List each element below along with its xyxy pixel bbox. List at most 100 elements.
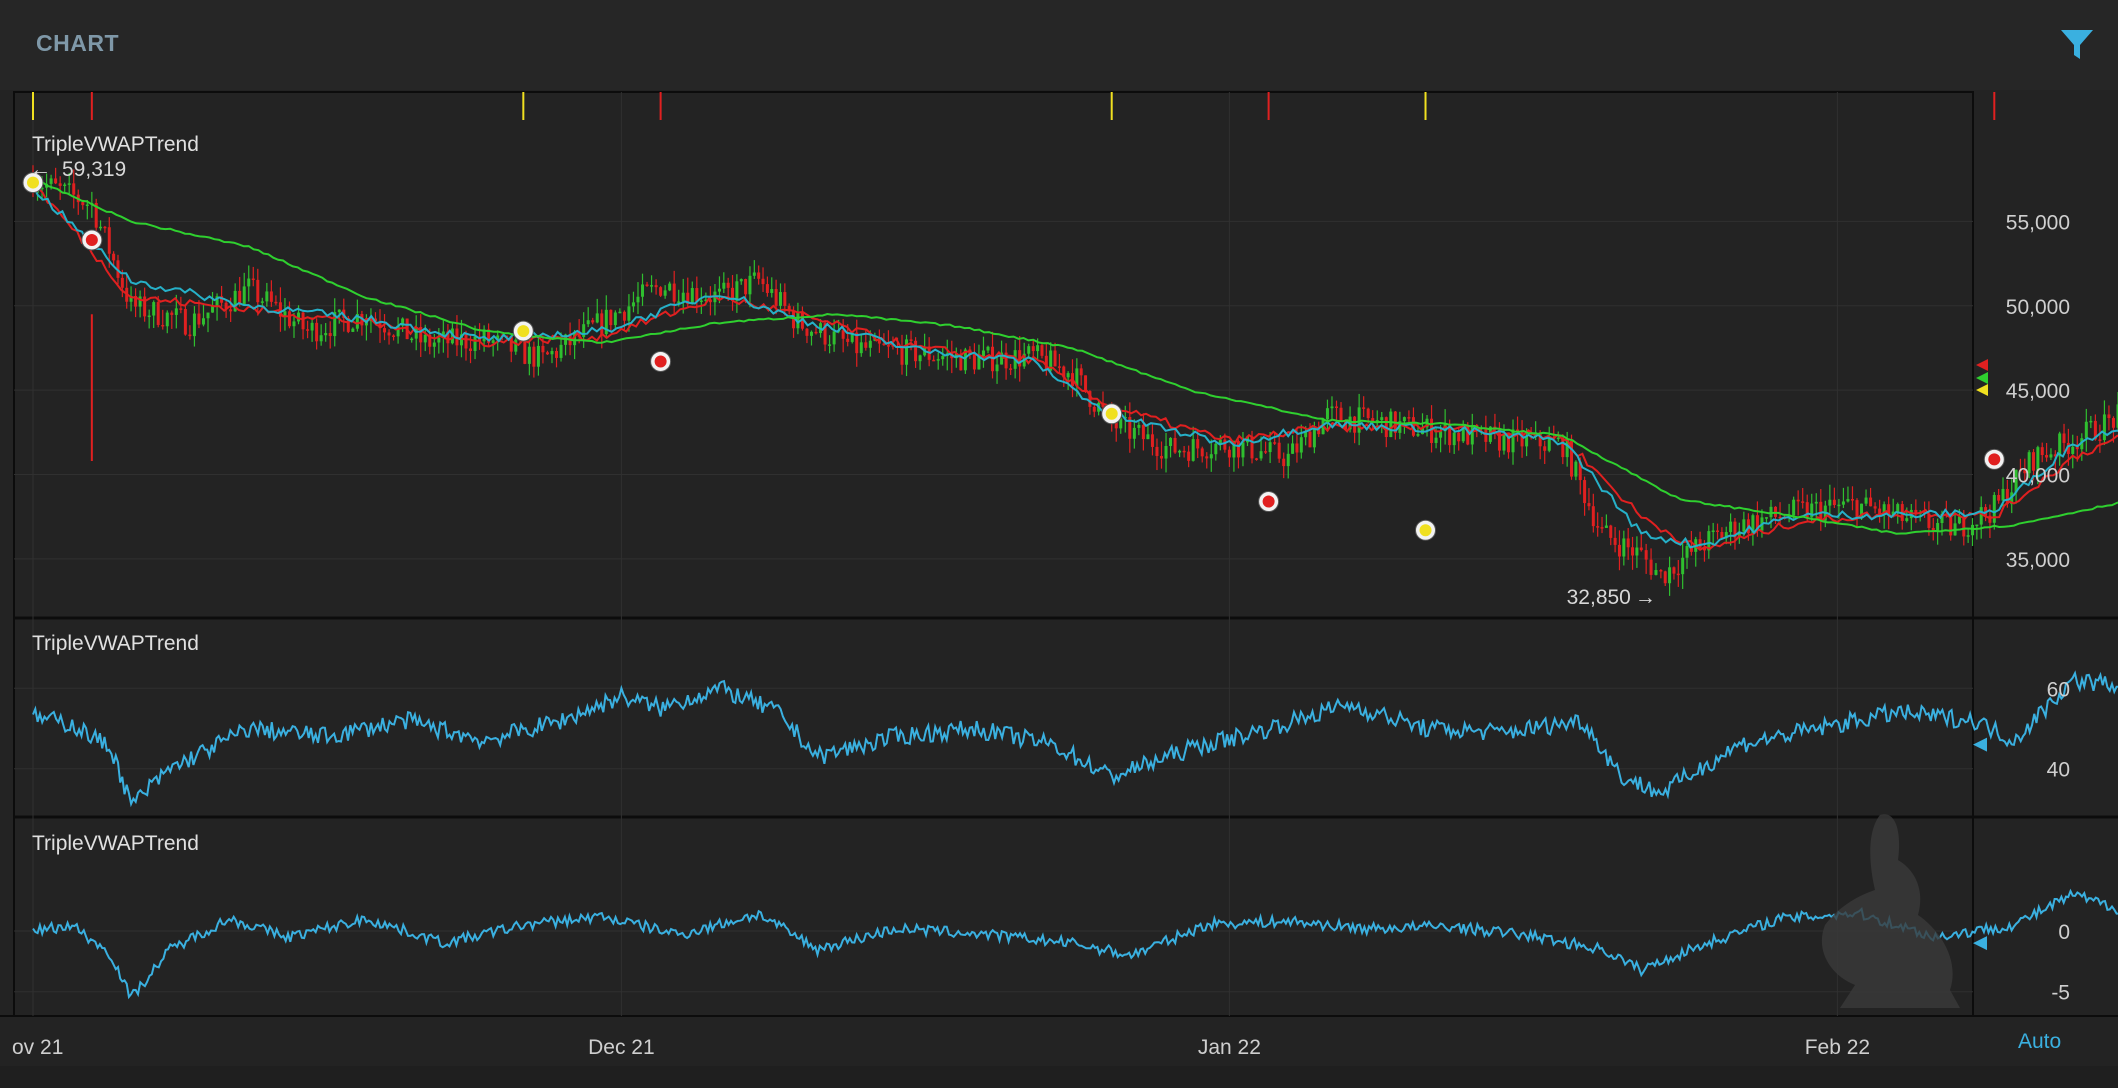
candle [1511, 429, 1515, 453]
candle [1676, 573, 1680, 576]
candle [1308, 431, 1312, 448]
chart-area[interactable]: ← 59,319 32,850 → ov 21 Dec 21 Jan 22 Feb 22 35… [0, 0, 2118, 1088]
candle [1027, 346, 1031, 354]
candle [1264, 451, 1268, 453]
candle [1587, 503, 1591, 507]
candle [2040, 447, 2044, 456]
last-value-marker [1976, 372, 1988, 384]
candle [726, 282, 730, 288]
candle [63, 184, 67, 187]
candle [1905, 518, 1909, 522]
candle [1547, 437, 1551, 451]
panel-title: TripleVWAPTrend [32, 832, 199, 855]
candle [1672, 567, 1676, 574]
auto-scale-button[interactable]: Auto [2018, 1030, 2061, 1054]
candle [1227, 449, 1231, 458]
candle [941, 356, 945, 360]
candle [846, 338, 850, 342]
candle [595, 313, 599, 323]
high-arrow: ← [30, 158, 51, 181]
candle [256, 279, 260, 303]
last-value-marker [1976, 384, 1988, 396]
candle [1837, 504, 1841, 507]
candle [337, 309, 341, 313]
candle [2107, 414, 2111, 419]
candle [1814, 501, 1818, 504]
osc2-y-tick-label: 0 [2058, 921, 2070, 944]
candles [31, 165, 2118, 596]
vwap-slow-line [32, 177, 2118, 535]
candle [1402, 417, 1406, 422]
candle [2045, 455, 2049, 458]
candle [103, 226, 107, 229]
candle [2062, 433, 2066, 443]
candle [174, 308, 178, 315]
candle [859, 342, 863, 354]
candle [1259, 451, 1263, 459]
candle [828, 344, 832, 346]
candle [383, 328, 387, 333]
candle [1053, 350, 1057, 367]
candle [1159, 455, 1163, 459]
candle [1622, 538, 1626, 557]
candle [1200, 448, 1204, 457]
candle [541, 345, 545, 353]
candle [1729, 521, 1733, 533]
candle [1596, 526, 1600, 528]
candle [1092, 406, 1096, 412]
candle [328, 333, 332, 337]
candle [1742, 519, 1746, 532]
candle [1295, 443, 1299, 453]
candle [936, 359, 940, 361]
candle [183, 309, 187, 335]
candle [274, 301, 278, 304]
candle [1801, 501, 1805, 503]
price-y-tick-label: 55,000 [2006, 211, 2070, 234]
candle [650, 285, 654, 287]
candle [774, 289, 778, 306]
candle [1182, 450, 1186, 453]
candle [1141, 424, 1145, 440]
candle [1268, 442, 1272, 453]
candle [410, 338, 414, 341]
candle [536, 345, 540, 367]
candle [165, 312, 169, 327]
candle [1155, 446, 1159, 456]
candle [783, 292, 787, 306]
candle [1997, 494, 2001, 501]
candle [681, 292, 685, 302]
candle [914, 340, 918, 362]
candle [1362, 407, 1366, 409]
candle [1841, 501, 1845, 505]
candle [1146, 434, 1150, 440]
candle [260, 301, 264, 303]
candle [423, 334, 427, 343]
candle [310, 322, 314, 331]
candle [1574, 461, 1578, 477]
candle [591, 320, 595, 323]
candle [841, 330, 845, 339]
candle [609, 309, 613, 326]
candle [1796, 499, 1800, 502]
candle [1236, 441, 1240, 458]
candle [1380, 417, 1384, 421]
candle [469, 348, 473, 351]
candle [735, 281, 739, 301]
candle [2098, 439, 2102, 441]
buy-signal-dot [1419, 524, 1432, 537]
candle [1639, 547, 1643, 551]
candle [1339, 407, 1343, 421]
candle [739, 279, 743, 282]
candle [1209, 454, 1213, 459]
candle [1774, 506, 1778, 517]
candle [1681, 557, 1685, 575]
candle [1543, 446, 1547, 451]
candle [1583, 480, 1587, 504]
candle [147, 315, 151, 318]
candle [1591, 506, 1595, 527]
candle [631, 302, 635, 307]
candle [972, 354, 976, 370]
candle [1792, 499, 1796, 516]
candle [622, 311, 626, 321]
candle [1764, 517, 1768, 519]
